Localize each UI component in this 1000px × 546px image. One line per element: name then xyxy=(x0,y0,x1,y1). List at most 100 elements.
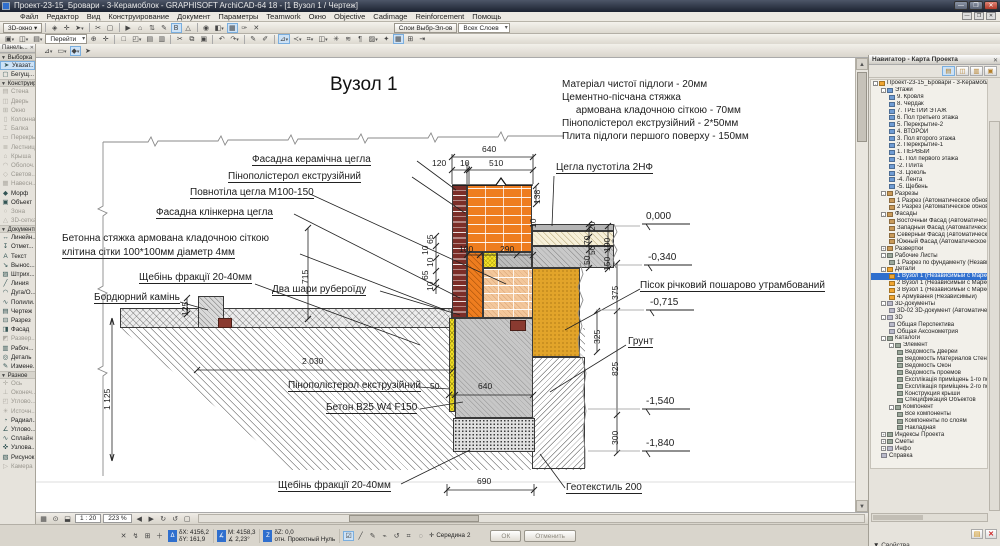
project-map-tab[interactable]: ▤ xyxy=(942,66,955,76)
settings-icon[interactable]: ▤ xyxy=(971,529,983,539)
groups-icon[interactable]: ✳ xyxy=(331,34,342,44)
vertical-scrollbar[interactable]: ▲ ▼ xyxy=(855,58,868,512)
toolbox-item[interactable]: ◠Дуга/О... xyxy=(0,288,35,297)
horizontal-scroll-thumb[interactable] xyxy=(349,515,479,522)
toolbox-section-header[interactable]: ▼ Документиро xyxy=(0,225,35,233)
tree-expander-icon[interactable]: - xyxy=(889,405,894,410)
renovation-icon[interactable]: ▦ xyxy=(393,34,404,44)
cut-icon[interactable]: ✂ xyxy=(93,23,104,33)
toolbox-item[interactable]: ▦Навесн... xyxy=(0,179,35,188)
navigator-item[interactable]: -Компонент xyxy=(871,404,987,411)
grid-snap-icon[interactable]: ⌗▾ xyxy=(305,34,316,44)
toolbox-item[interactable]: ○Зона xyxy=(0,207,35,216)
arrow-tool-icon[interactable]: ➤ xyxy=(82,46,93,56)
delete-icon[interactable]: ✕ xyxy=(985,529,997,539)
toolbox-item[interactable]: ☀Источн... xyxy=(0,407,35,416)
tree-expander-icon[interactable]: + xyxy=(881,446,886,451)
navigator-item[interactable]: -Фасады xyxy=(871,211,987,218)
navigator-item[interactable]: Компоненты по слоям xyxy=(871,418,987,425)
navigator-item[interactable]: -3. Цоколь xyxy=(871,170,987,177)
scroll-up-icon[interactable]: ▲ xyxy=(856,58,868,70)
navigator-item[interactable]: Ведомость проемов xyxy=(871,369,987,376)
toolbox-item[interactable]: ▤Стена xyxy=(0,87,35,96)
menu-item[interactable]: Файл xyxy=(16,12,42,21)
toolbox-item[interactable]: ◰Углово... xyxy=(0,397,35,406)
publisher-tab[interactable]: ▣ xyxy=(984,66,997,76)
navigator-header[interactable]: Навигатор - Карта Проекта ✕ xyxy=(869,55,1000,65)
toolbox-item[interactable]: AТекст xyxy=(0,252,35,261)
navigator-item[interactable]: 7. ТРЕТИЙ ЭТАЖ xyxy=(871,108,987,115)
menu-item[interactable]: Редактор xyxy=(42,12,82,21)
navigator-item[interactable]: +Развертки xyxy=(871,245,987,252)
tree-expander-icon[interactable]: - xyxy=(881,88,886,93)
navigator-item[interactable]: 8. Чердак xyxy=(871,101,987,108)
layers-button[interactable]: Слои Выбр-Эл-ов xyxy=(394,23,458,33)
tree-expander-icon[interactable]: - xyxy=(889,343,894,348)
menu-item[interactable]: Reinforcement xyxy=(411,12,468,21)
mesh-icon[interactable]: △ xyxy=(183,23,194,33)
origin-icon[interactable]: ⊕ xyxy=(88,34,99,44)
tracker-close-icon[interactable]: ✕ xyxy=(118,531,129,541)
fly-mode-icon[interactable]: ➤▾ xyxy=(73,23,85,33)
navigator-item[interactable]: Западный Фасад (Автоматическое обновлени… xyxy=(871,225,987,232)
toolbox-item[interactable]: ≣Лестниц... xyxy=(0,143,35,152)
rotate-view-icon[interactable]: ↻ xyxy=(158,514,169,524)
snap-point-label[interactable]: ✛ Середина2 xyxy=(429,532,470,539)
zoom-level-box[interactable]: 223 % xyxy=(103,514,131,523)
properties-header[interactable]: ▼ Свойства xyxy=(869,541,1000,546)
navigator-item[interactable]: Ведомость Дверей xyxy=(871,349,987,356)
navigator-item[interactable]: Експлікація приміщень 2-го поверху xyxy=(871,383,987,390)
tree-horizontal-scrollbar[interactable] xyxy=(871,513,988,522)
toolbox-item[interactable]: ▥Рабоч... xyxy=(0,343,35,352)
mdi-minimize-button[interactable]: — xyxy=(962,12,972,20)
navigator-item[interactable]: 5. Перекрытие-2 xyxy=(871,121,987,128)
clean-walls-icon[interactable]: ✦ xyxy=(381,34,392,44)
tree-expander-icon[interactable]: - xyxy=(873,81,878,86)
save-icon[interactable]: ▤ xyxy=(144,34,155,44)
navigator-item[interactable]: 4. ВТОРОЙ xyxy=(871,128,987,135)
navigator-item[interactable]: 6. Пол третьего этажа xyxy=(871,114,987,121)
toolbox-item[interactable]: ⊟Разрез xyxy=(0,316,35,325)
pick-up-parameters-icon[interactable]: ✎ xyxy=(248,34,259,44)
navigator-item[interactable]: -Разрезы xyxy=(871,190,987,197)
vertical-scroll-thumb[interactable] xyxy=(857,72,867,142)
toolbox-item[interactable]: ↔Линейн... xyxy=(0,233,35,242)
active-tool-icon[interactable]: ◆▾ xyxy=(70,46,82,56)
boundary-icon[interactable]: B xyxy=(171,23,182,33)
navigator-item[interactable]: 9. Кровля xyxy=(871,94,987,101)
orbit-icon[interactable]: ◈ xyxy=(49,23,60,33)
navigator-item[interactable]: Южный Фасад (Автоматическое обновление и… xyxy=(871,238,987,245)
print-icon[interactable]: ▥ xyxy=(156,34,167,44)
tree-expander-icon[interactable]: + xyxy=(881,246,886,251)
toolbox-item[interactable]: ▨Штрих... xyxy=(0,270,35,279)
close-icon[interactable]: ✕ xyxy=(30,45,34,51)
toolbox-item[interactable]: ➤Указат... xyxy=(0,61,35,70)
menu-item[interactable]: Параметры xyxy=(214,12,262,21)
clear-icon[interactable]: ✕ xyxy=(251,23,262,33)
new-file-icon[interactable]: □ xyxy=(118,34,129,44)
tree-expander-icon[interactable]: + xyxy=(881,432,886,437)
play-icon[interactable]: ▶ xyxy=(123,23,134,33)
navigator-item[interactable]: 3 Вузол 1 (Независимый с Маркером) xyxy=(871,287,987,294)
minimize-button[interactable]: — xyxy=(954,1,968,10)
cursor-snap-icon[interactable]: ◫▾ xyxy=(317,34,330,44)
menu-item[interactable]: Помощь xyxy=(468,12,505,21)
favorites-combo-icon[interactable]: ◫▾ xyxy=(17,34,30,44)
toolbox-item[interactable]: ∠Углово... xyxy=(0,425,35,434)
view-map-tab[interactable]: ◫ xyxy=(956,66,969,76)
toolbox-item[interactable]: ✎Измене... xyxy=(0,362,35,371)
fullscreen-icon[interactable]: ▢ xyxy=(182,514,193,524)
fill-display-icon[interactable]: ▨▾ xyxy=(367,34,380,44)
scale-box[interactable]: 1 : 20 xyxy=(75,514,101,523)
navigator-item[interactable]: Справка xyxy=(871,452,987,459)
camera-icon[interactable]: ◉ xyxy=(201,23,212,33)
default-settings-icon[interactable]: ⊿▾ xyxy=(42,46,54,56)
navigator-item[interactable]: -Этажи xyxy=(871,87,987,94)
toolbox-item[interactable]: ∿Сплайн xyxy=(0,434,35,443)
pan-tool-icon[interactable]: ⬓ xyxy=(62,514,73,524)
tree-expander-icon[interactable]: - xyxy=(881,253,886,258)
navigator-item[interactable]: 1 Разрез (Автоматическое обновление из М… xyxy=(871,197,987,204)
redo-icon[interactable]: ↷▾ xyxy=(228,34,240,44)
paste-icon[interactable]: ▣ xyxy=(198,34,209,44)
toolbox-item[interactable]: ◠Оболоч... xyxy=(0,161,35,170)
